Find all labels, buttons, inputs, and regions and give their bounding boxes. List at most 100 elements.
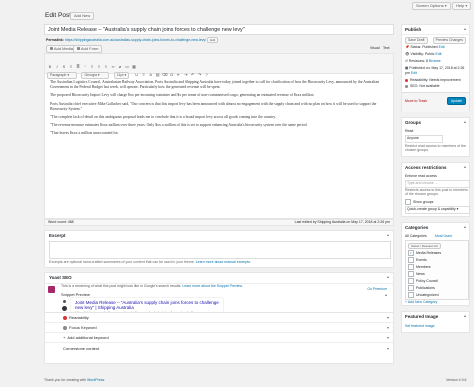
seo-dot — [405, 84, 408, 88]
excerpt-help-link[interactable]: Learn more about manual excerpts. — [196, 260, 251, 264]
content-paragraph: "The complete lack of detail on this amb… — [50, 115, 277, 120]
tab-most-used[interactable]: Most Used — [435, 234, 452, 239]
category-item[interactable]: Publications — [408, 285, 435, 291]
groups-help: Restrict read access to members of the c… — [405, 144, 466, 152]
wordpress-link[interactable]: WordPress — [87, 378, 104, 382]
redo-icon[interactable]: ↷ — [197, 72, 203, 77]
visibility-text: Visibility: Public — [410, 52, 435, 56]
help-button[interactable]: Help ▾ — [452, 2, 472, 10]
add-new-button[interactable]: Add New — [70, 12, 95, 20]
save-draft-button[interactable]: Save Draft — [405, 37, 428, 44]
category-item[interactable]: ✓ Media Releases — [408, 250, 441, 256]
category-checkbox[interactable] — [408, 278, 414, 284]
category-checkbox[interactable]: ✓ — [408, 250, 414, 256]
show-groups-row[interactable]: Show groups — [405, 199, 433, 205]
category-checkbox[interactable] — [408, 285, 414, 291]
tab-all-categories[interactable]: All Categories — [405, 234, 427, 239]
underline-icon[interactable]: U — [134, 72, 140, 77]
excerpt-help-text: Excerpts are optional hand-crafted summa… — [49, 260, 195, 264]
excerpt-textarea[interactable] — [49, 241, 391, 259]
readability-status-dot — [63, 315, 67, 320]
select-all-button[interactable]: Select / Deselect All — [408, 243, 441, 249]
preview-button[interactable]: Preview Changes — [432, 37, 466, 44]
category-item[interactable]: News — [408, 271, 425, 277]
category-checkbox[interactable] — [408, 257, 414, 263]
category-label: Events — [416, 257, 427, 262]
category-label: Policy Council — [416, 278, 438, 283]
tab-text[interactable]: Text — [383, 46, 389, 51]
published-edit-link[interactable]: Edit — [411, 71, 417, 75]
category-checkbox[interactable] — [408, 292, 414, 298]
help-label: Help — [456, 3, 465, 8]
outdent-icon[interactable]: ⇤ — [176, 72, 182, 77]
category-item[interactable]: Uncategorized — [408, 292, 439, 298]
media-icon — [50, 47, 53, 51]
visibility-edit-link[interactable]: Edit — [435, 52, 441, 56]
snippet-title[interactable]: Joint Media Release – "Australia's suppl… — [71, 298, 223, 311]
category-item[interactable]: Policy Council — [408, 278, 438, 284]
text-color-icon[interactable]: A — [148, 72, 154, 77]
category-item[interactable]: Members — [408, 264, 431, 270]
cornerstone-section[interactable]: Cornerstone content ▾ — [45, 344, 393, 354]
tab-visual[interactable]: Visual — [370, 46, 379, 51]
page-title: Edit Post — [45, 12, 72, 19]
status-edit-link[interactable]: Edit — [439, 45, 445, 49]
yoast-logo-icon[interactable] — [48, 286, 55, 293]
keyword-status-dot — [63, 325, 67, 330]
category-checkbox[interactable] — [408, 264, 414, 270]
add-form-label: Add Form — [80, 46, 99, 51]
justify-icon[interactable]: ≡ — [141, 72, 147, 77]
add-category-link[interactable]: + Add New Category — [405, 300, 437, 305]
yoast-help-link[interactable]: Learn more about the Snippet Preview. — [182, 284, 243, 288]
update-button[interactable]: Update — [446, 97, 466, 105]
readability-section[interactable]: Readability ▾ — [45, 313, 393, 323]
collapse-icon[interactable]: ▴ — [387, 274, 389, 279]
show-groups-checkbox[interactable] — [405, 199, 411, 205]
help-icon[interactable]: ? — [204, 72, 210, 77]
focus-keyword-section[interactable]: Focus Keyword ▾ — [45, 323, 393, 333]
permalink-label: Permalink: — [46, 38, 64, 42]
add-keyword-section[interactable]: + Add additional keyword ▾ — [45, 333, 393, 343]
yoast-sections: Readability ▾ Focus Keyword ▾ + Add additio… — [44, 312, 394, 364]
permalink-edit-button[interactable]: Edit — [207, 37, 219, 43]
footer-thanks-text: Thank you for creating with — [44, 378, 87, 382]
divider — [402, 34, 469, 35]
collapse-icon[interactable]: ▴ — [464, 26, 466, 31]
permalink-url[interactable]: https://shippingaustralia.com.au/austral… — [65, 38, 206, 42]
indent-icon[interactable]: ⇥ — [183, 72, 189, 77]
permalink: Permalink: https://shippingaustralia.com… — [46, 37, 219, 43]
readability-dot — [405, 78, 408, 82]
special-char-icon[interactable]: Ω — [169, 72, 175, 77]
editor-content[interactable]: The Australian Logistics Council, Austra… — [45, 74, 393, 146]
access-groups-input[interactable]: Type and choose … — [405, 180, 470, 188]
add-media-label: Add Media — [53, 46, 74, 51]
quick-create-select[interactable]: Quick-create group & capability ▾ — [405, 206, 470, 214]
collapse-icon[interactable]: ▴ — [464, 224, 466, 229]
size-select[interactable]: 11pt ▾ — [113, 72, 130, 79]
desktop-preview-icon[interactable] — [62, 306, 67, 311]
collapse-icon[interactable]: ▴ — [464, 313, 466, 318]
undo-icon[interactable]: ↶ — [190, 72, 196, 77]
screen-options-button[interactable]: Screen Options ▾ — [412, 2, 451, 10]
clear-format-icon[interactable]: ⌫ — [162, 72, 168, 77]
category-item[interactable]: Events — [408, 257, 427, 263]
add-form-button[interactable]: Add Form — [73, 45, 103, 53]
snippet-collapse-icon[interactable]: ▴ — [385, 292, 387, 297]
font-select[interactable]: Georgia ▾ — [81, 72, 110, 79]
post-title-input[interactable]: Joint Media Release – "Australia's suppl… — [44, 24, 394, 35]
paragraph-select[interactable]: Paragraph ▾ — [47, 72, 77, 79]
collapse-icon[interactable]: ▴ — [464, 164, 466, 169]
featured-image-title: Featured Image — [405, 314, 439, 319]
paste-text-icon[interactable]: ▤ — [155, 72, 161, 77]
trash-link[interactable]: Move to Trash — [405, 99, 427, 104]
revisions-browse-link[interactable]: Browse — [429, 59, 441, 63]
groups-select[interactable]: Anyone — [405, 135, 443, 143]
access-title: Access restrictions — [405, 165, 447, 170]
editor-toolbar: B I S ≡ ≣ “≡ ≡ ≡ ∞ ⌀ ▭ ▦ Paragraph ▾ Georgia ▾ 11pt… — [45, 54, 393, 79]
set-featured-image-link[interactable]: Set featured image — [405, 324, 435, 329]
category-checkbox[interactable] — [408, 271, 414, 277]
mobile-preview-icon[interactable] — [63, 300, 66, 303]
collapse-icon[interactable]: ▴ — [387, 232, 389, 237]
collapse-icon[interactable]: ▴ — [464, 119, 466, 124]
groups-title: Groups — [405, 120, 422, 125]
